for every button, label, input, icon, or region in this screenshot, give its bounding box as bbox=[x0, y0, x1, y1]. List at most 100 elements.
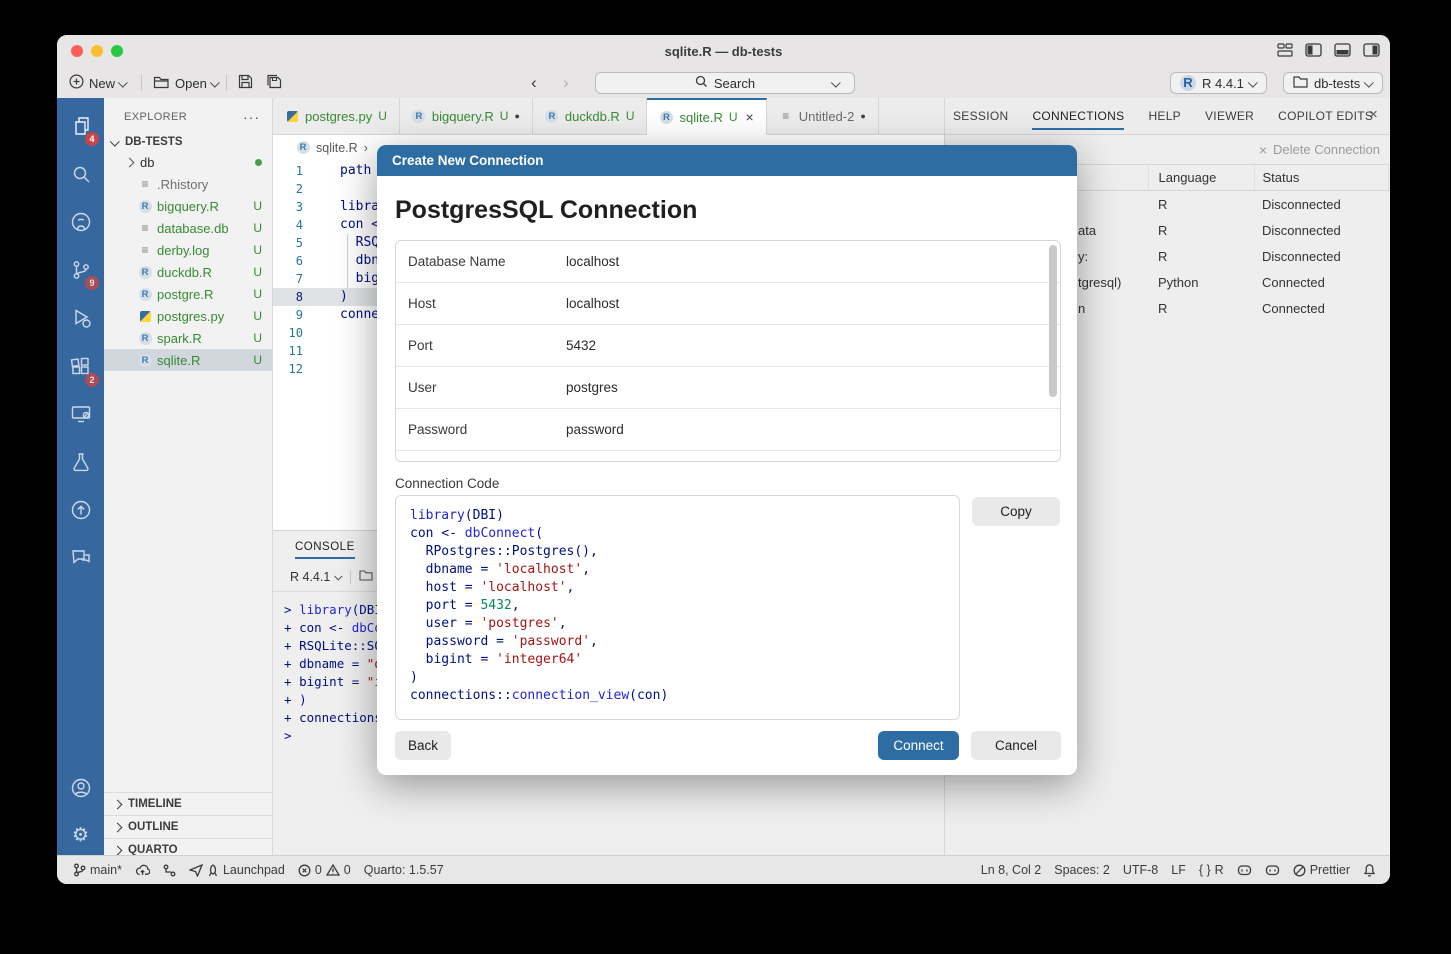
tab-console[interactable]: CONSOLE bbox=[295, 541, 355, 559]
plus-circle-icon bbox=[69, 74, 84, 92]
sidebar-item-explorer[interactable]: 4 bbox=[57, 109, 104, 143]
tab-sqlite-active[interactable]: R sqlite.RU× bbox=[647, 98, 766, 135]
eol-setting[interactable]: LF bbox=[1171, 863, 1186, 877]
rocket-icon bbox=[207, 864, 219, 877]
folder-icon bbox=[1293, 76, 1308, 91]
console-runtime-selector[interactable]: R 4.4.1 bbox=[290, 570, 342, 584]
sidebar-item-testing[interactable] bbox=[57, 445, 104, 479]
open-button[interactable]: Open bbox=[153, 72, 219, 94]
toggle-right-panel-icon[interactable] bbox=[1363, 43, 1380, 57]
tab-postgres-py[interactable]: postgres.pyU bbox=[273, 98, 400, 134]
tree-root-db-tests[interactable]: DB-TESTS bbox=[104, 133, 272, 151]
copilot-edits-button[interactable] bbox=[1265, 864, 1280, 876]
breadcrumb-separator: › bbox=[364, 141, 368, 155]
user-field[interactable]: postgres bbox=[566, 380, 618, 395]
tab-connections[interactable]: CONNECTIONS bbox=[1032, 109, 1124, 130]
prettier-indicator[interactable]: Prettier bbox=[1293, 863, 1350, 877]
sidebar-item-publish[interactable] bbox=[57, 493, 104, 527]
port-field[interactable]: 5432 bbox=[566, 338, 596, 353]
sidebar-item-extensions[interactable]: 2 bbox=[57, 350, 104, 384]
tree-item-bigquery[interactable]: R bigquery.R U bbox=[104, 195, 272, 217]
search-placeholder: Search bbox=[714, 76, 755, 91]
tree-item-rhistory[interactable]: ≡ .Rhistory bbox=[104, 173, 272, 195]
workflow-button[interactable] bbox=[163, 864, 176, 877]
r-file-icon: R bbox=[296, 141, 310, 155]
quarto-version[interactable]: Quarto: 1.5.57 bbox=[364, 863, 444, 877]
sidebar-item-search[interactable] bbox=[57, 157, 104, 191]
copy-button[interactable]: Copy bbox=[972, 497, 1060, 526]
cursor-position[interactable]: Ln 8, Col 2 bbox=[981, 863, 1041, 877]
copilot-button[interactable] bbox=[1237, 864, 1252, 876]
host-field[interactable]: localhost bbox=[566, 296, 619, 311]
search-box[interactable]: Search bbox=[595, 72, 855, 94]
new-label: New bbox=[89, 76, 115, 91]
tree-item-spark[interactable]: R spark.R U bbox=[104, 327, 272, 349]
r-version-label: R 4.4.1 bbox=[1202, 76, 1244, 91]
problems-indicator[interactable]: 0 0 bbox=[298, 863, 351, 877]
tab-copilot-edits[interactable]: COPILOT EDITS bbox=[1278, 109, 1373, 123]
form-row: Database Namelocalhost bbox=[396, 241, 1060, 283]
sync-changes-button[interactable] bbox=[135, 864, 150, 876]
database-name-field[interactable]: localhost bbox=[566, 254, 619, 269]
more-actions-icon[interactable]: ··· bbox=[243, 109, 260, 125]
branch-indicator[interactable]: main* bbox=[73, 863, 122, 877]
form-scrollbar[interactable] bbox=[1049, 245, 1057, 397]
form-row: Userpostgres bbox=[396, 367, 1060, 409]
sidebar-item-github[interactable] bbox=[57, 205, 104, 239]
settings-button[interactable]: ⚙ bbox=[57, 818, 104, 852]
tree-item-database-db[interactable]: ≡ database.db U bbox=[104, 217, 272, 239]
copilot-icon bbox=[1265, 864, 1280, 876]
status-bar: main* Launchpad 0 0 Quarto: 1.5.57 Ln bbox=[57, 855, 1390, 884]
r-file-icon: R bbox=[138, 287, 152, 301]
tree-item-derby-log[interactable]: ≡ derby.log U bbox=[104, 239, 272, 261]
language-mode[interactable]: { }R bbox=[1199, 863, 1224, 877]
error-icon bbox=[298, 864, 311, 877]
toggle-bottom-panel-icon[interactable] bbox=[1334, 43, 1351, 57]
back-button[interactable]: Back bbox=[395, 731, 451, 760]
sidebar-item-run-debug[interactable] bbox=[57, 301, 104, 335]
tab-bigquery[interactable]: R bigquery.RU● bbox=[400, 98, 533, 134]
tab-session[interactable]: SESSION bbox=[953, 109, 1008, 123]
activity-bar: 4 9 2 bbox=[57, 98, 104, 855]
password-field[interactable]: password bbox=[566, 422, 624, 437]
cancel-button[interactable]: Cancel bbox=[971, 731, 1061, 760]
sidebar-item-remote-explorer[interactable] bbox=[57, 397, 104, 431]
tab-duckdb[interactable]: R duckdb.RU bbox=[533, 98, 648, 134]
workspace-selector[interactable]: db-tests bbox=[1283, 72, 1383, 94]
tree-item-db[interactable]: db bbox=[104, 151, 272, 173]
toggle-left-panel-icon[interactable] bbox=[1305, 43, 1322, 57]
tree-item-postgre[interactable]: R postgre.R U bbox=[104, 283, 272, 305]
tree-item-duckdb[interactable]: R duckdb.R U bbox=[104, 261, 272, 283]
section-timeline[interactable]: TIMELINE bbox=[104, 792, 272, 815]
section-outline[interactable]: OUTLINE bbox=[104, 815, 272, 838]
close-panel-icon[interactable]: × bbox=[1369, 106, 1378, 123]
interpreter-selector[interactable]: R R 4.4.1 bbox=[1170, 72, 1267, 94]
chevron-down-icon bbox=[210, 77, 220, 87]
save-button[interactable] bbox=[238, 72, 253, 94]
dirty-dot-icon: ● bbox=[514, 111, 519, 121]
new-button[interactable]: New bbox=[69, 72, 127, 94]
tree-item-postgres-py[interactable]: postgres.py U bbox=[104, 305, 272, 327]
navigate-back-button[interactable]: ‹ bbox=[531, 72, 537, 94]
navigate-forward-button[interactable]: › bbox=[563, 72, 569, 94]
sidebar-item-source-control[interactable]: 9 bbox=[57, 253, 104, 287]
notifications-button[interactable] bbox=[1363, 863, 1376, 877]
tab-help[interactable]: HELP bbox=[1148, 109, 1181, 123]
screenshot-root: { "window": { "title": "sqlite.R — db-te… bbox=[0, 0, 1451, 954]
launchpad-button[interactable]: Launchpad bbox=[189, 863, 285, 877]
form-row: Hostlocalhost bbox=[396, 283, 1060, 325]
connect-button[interactable]: Connect bbox=[878, 731, 959, 760]
tree-item-sqlite-selected[interactable]: R sqlite.R U bbox=[104, 349, 272, 371]
save-all-button[interactable] bbox=[266, 72, 283, 94]
encoding-setting[interactable]: UTF-8 bbox=[1123, 863, 1158, 877]
tab-untitled-2[interactable]: ≡ Untitled-2● bbox=[767, 98, 879, 134]
sidebar-item-comments[interactable] bbox=[57, 541, 104, 575]
chevron-down-icon bbox=[1248, 77, 1258, 87]
branch-icon bbox=[73, 863, 86, 877]
account-button[interactable] bbox=[57, 771, 104, 805]
tab-viewer[interactable]: VIEWER bbox=[1205, 109, 1254, 123]
dialog-header[interactable]: Create New Connection bbox=[377, 145, 1077, 176]
customize-layout-icon[interactable] bbox=[1277, 43, 1293, 57]
indentation-setting[interactable]: Spaces: 2 bbox=[1054, 863, 1110, 877]
close-tab-icon[interactable]: × bbox=[746, 109, 754, 125]
